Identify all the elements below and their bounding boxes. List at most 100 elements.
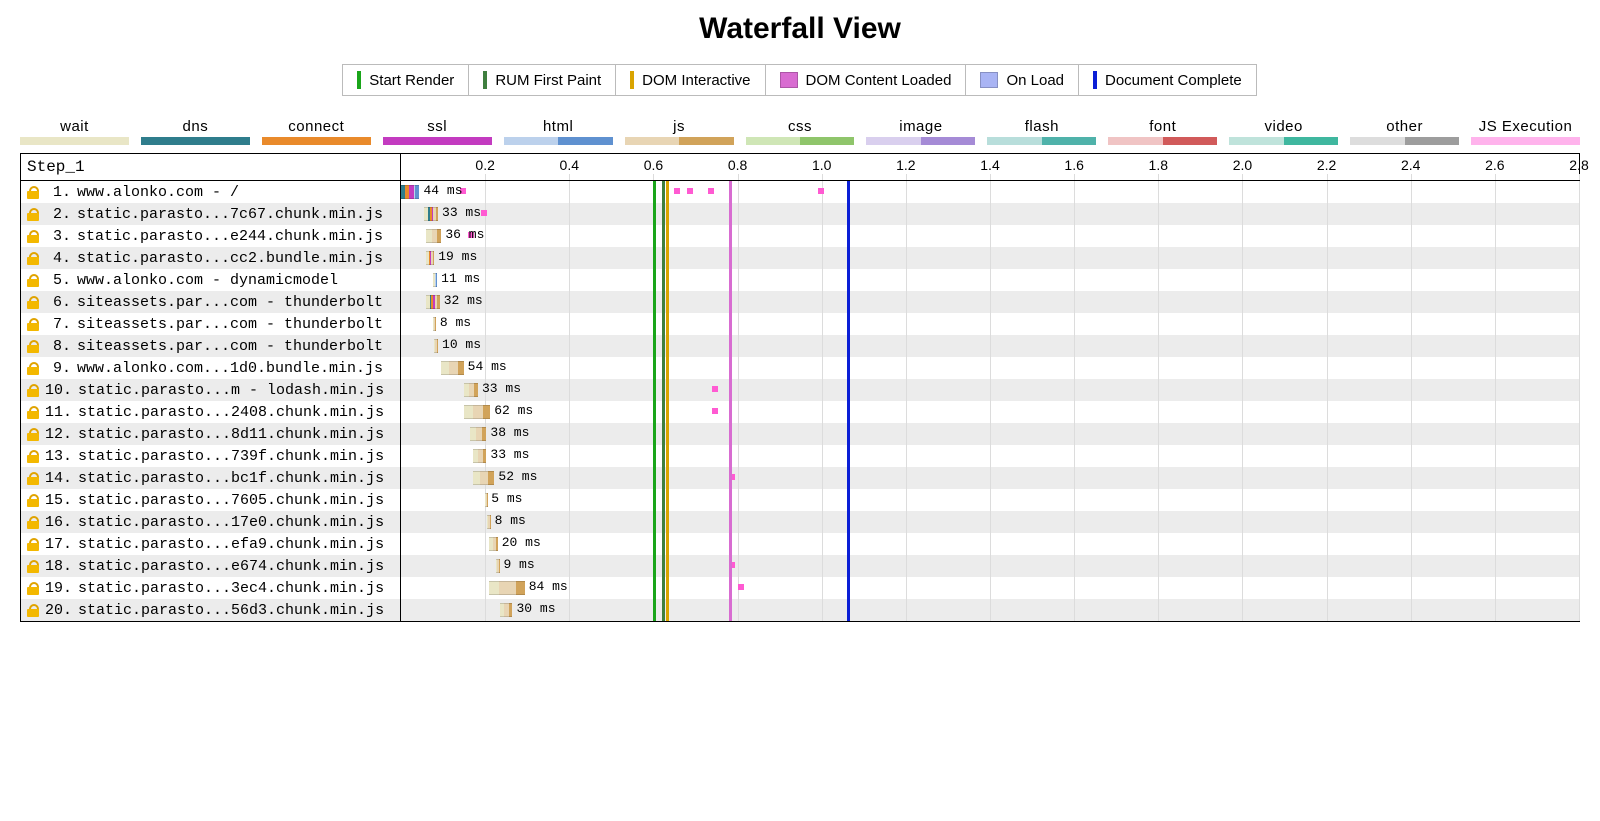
row-timeline-cell: 33 ms — [401, 445, 1579, 467]
waterfall-row[interactable]: 16.static.parasto...17e0.chunk.min.js8 m… — [21, 511, 1579, 533]
timing-segment-js_l — [473, 405, 484, 419]
timing-bar[interactable] — [426, 229, 441, 241]
timing-label: 32 ms — [444, 293, 483, 308]
row-number: 3. — [45, 228, 71, 245]
row-timeline-cell: 44 ms — [401, 181, 1579, 203]
waterfall-row[interactable]: 15.static.parasto...7605.chunk.min.js5 m… — [21, 489, 1579, 511]
timing-segment-js_d — [516, 581, 524, 595]
timing-bar[interactable] — [470, 427, 486, 439]
row-label-cell: 10.static.parasto...m - lodash.min.js — [21, 379, 401, 401]
type-legend-item: css — [746, 118, 855, 145]
type-legend-item: ssl — [383, 118, 492, 145]
waterfall-row[interactable]: 10.static.parasto...m - lodash.min.js33 … — [21, 379, 1579, 401]
waterfall-row[interactable]: 7.siteassets.par...com - thunderbolt8 ms — [21, 313, 1579, 335]
lock-icon — [27, 428, 39, 440]
row-label-cell: 13.static.parasto...739f.chunk.min.js — [21, 445, 401, 467]
row-label-cell: 3.static.parasto...e244.chunk.min.js — [21, 225, 401, 247]
waterfall-row[interactable]: 3.static.parasto...e244.chunk.min.js36 m… — [21, 225, 1579, 247]
timing-bar[interactable] — [433, 273, 438, 285]
waterfall-row[interactable]: 6.siteassets.par...com - thunderbolt32 m… — [21, 291, 1579, 313]
timing-label: 54 ms — [468, 359, 507, 374]
gridline — [1579, 181, 1580, 621]
type-legend-swatch — [625, 137, 734, 145]
waterfall-row[interactable]: 8.siteassets.par...com - thunderbolt10 m… — [21, 335, 1579, 357]
timing-bar[interactable] — [473, 449, 487, 461]
timing-segment-wait_l — [473, 471, 481, 485]
type-legend-swatch — [262, 137, 371, 145]
lock-icon — [27, 252, 39, 264]
row-label-cell: 18.static.parasto...e674.chunk.min.js — [21, 555, 401, 577]
lock-icon — [27, 230, 39, 242]
legend-swatch — [780, 72, 798, 88]
timing-bar[interactable] — [489, 581, 524, 593]
timing-bar[interactable] — [489, 537, 497, 549]
timing-bar[interactable] — [401, 185, 420, 197]
type-legend-swatch — [746, 137, 855, 145]
timing-segment-js_l — [449, 361, 457, 375]
row-number: 15. — [45, 492, 72, 509]
waterfall-row[interactable]: 9.www.alonko.com...1d0.bundle.min.js54 m… — [21, 357, 1579, 379]
axis-tick: 1.6 — [1064, 157, 1083, 173]
type-legend-item: flash — [987, 118, 1096, 145]
timing-bar[interactable] — [424, 207, 438, 219]
axis-row: Step_1 0.20.40.60.81.01.21.41.61.82.02.2… — [21, 154, 1579, 181]
row-number: 8. — [45, 338, 71, 355]
waterfall-row[interactable]: 4.static.parasto...cc2.bundle.min.js19 m… — [21, 247, 1579, 269]
timing-bar[interactable] — [426, 295, 439, 307]
timing-bar[interactable] — [487, 515, 490, 527]
timing-segment-js_d — [436, 207, 438, 221]
type-legend-label: video — [1229, 118, 1338, 137]
row-timeline-cell: 38 ms — [401, 423, 1579, 445]
js-execution-marker — [687, 188, 693, 194]
row-timeline-cell: 20 ms — [401, 533, 1579, 555]
timing-bar[interactable] — [464, 383, 478, 395]
waterfall-row[interactable]: 12.static.parasto...8d11.chunk.min.js 38 … — [21, 423, 1579, 445]
row-number: 19. — [45, 580, 72, 597]
timing-bar[interactable] — [441, 361, 464, 373]
axis-tick: 2.6 — [1485, 157, 1504, 173]
lock-icon — [27, 516, 39, 528]
type-legend-swatch — [141, 137, 250, 145]
type-legend-item: html — [504, 118, 613, 145]
legend-swatch — [483, 71, 487, 89]
row-label-cell: 12.static.parasto...8d11.chunk.min.js — [21, 423, 401, 445]
timing-bar[interactable] — [496, 559, 500, 571]
row-number: 1. — [45, 184, 71, 201]
row-timeline-cell: 33 ms — [401, 203, 1579, 225]
row-number: 20. — [45, 602, 72, 619]
waterfall-row[interactable]: 1.www.alonko.com - /44 ms — [21, 181, 1579, 203]
timing-bar[interactable] — [500, 603, 513, 615]
timing-bar[interactable] — [473, 471, 495, 483]
type-legend-item: image — [866, 118, 975, 145]
waterfall-row[interactable]: 19.static.parasto...3ec4.chunk.min.js84 … — [21, 577, 1579, 599]
waterfall-row[interactable]: 2.static.parasto...7c67.chunk.min.js33 m… — [21, 203, 1579, 225]
step-label: Step_1 — [21, 154, 401, 180]
timing-segment-html_d — [415, 185, 419, 199]
row-timeline-cell: 19 ms — [401, 247, 1579, 269]
lock-icon — [27, 494, 39, 506]
timing-bar[interactable] — [426, 251, 434, 263]
page-title: Waterfall View — [20, 12, 1580, 46]
waterfall-row[interactable]: 5.www.alonko.com - dynamicmodel11 ms — [21, 269, 1579, 291]
waterfall-row[interactable]: 20.static.parasto...56d3.chunk.min.js30 … — [21, 599, 1579, 621]
event-legend-item: RUM First Paint — [468, 64, 616, 96]
waterfall-row[interactable]: 18.static.parasto...e674.chunk.min.js9 m… — [21, 555, 1579, 577]
waterfall-row[interactable]: 14.static.parasto...bc1f.chunk.min.js52 … — [21, 467, 1579, 489]
row-label-cell: 8.siteassets.par...com - thunderbolt — [21, 335, 401, 357]
lock-icon — [27, 472, 39, 484]
waterfall-row[interactable]: 17.static.parasto...efa9.chunk.min.js20 … — [21, 533, 1579, 555]
waterfall-row[interactable]: 13.static.parasto...739f.chunk.min.js33 … — [21, 445, 1579, 467]
timing-bar[interactable] — [464, 405, 490, 417]
axis-tick: 0.6 — [644, 157, 663, 173]
timing-label: 19 ms — [438, 249, 477, 264]
rows: 1.www.alonko.com - /44 ms2.static.parast… — [21, 181, 1579, 621]
timing-bar[interactable] — [433, 317, 436, 329]
timing-bar[interactable] — [434, 339, 438, 351]
timing-label: 38 ms — [490, 425, 529, 440]
timing-segment-html_d — [436, 273, 437, 287]
lock-icon — [27, 296, 39, 308]
row-label-cell: 11.static.parasto...2408.chunk.min.js — [21, 401, 401, 423]
type-legend-label: css — [746, 118, 855, 137]
timing-bar[interactable] — [485, 493, 487, 505]
waterfall-row[interactable]: 11.static.parasto...2408.chunk.min.js62 … — [21, 401, 1579, 423]
